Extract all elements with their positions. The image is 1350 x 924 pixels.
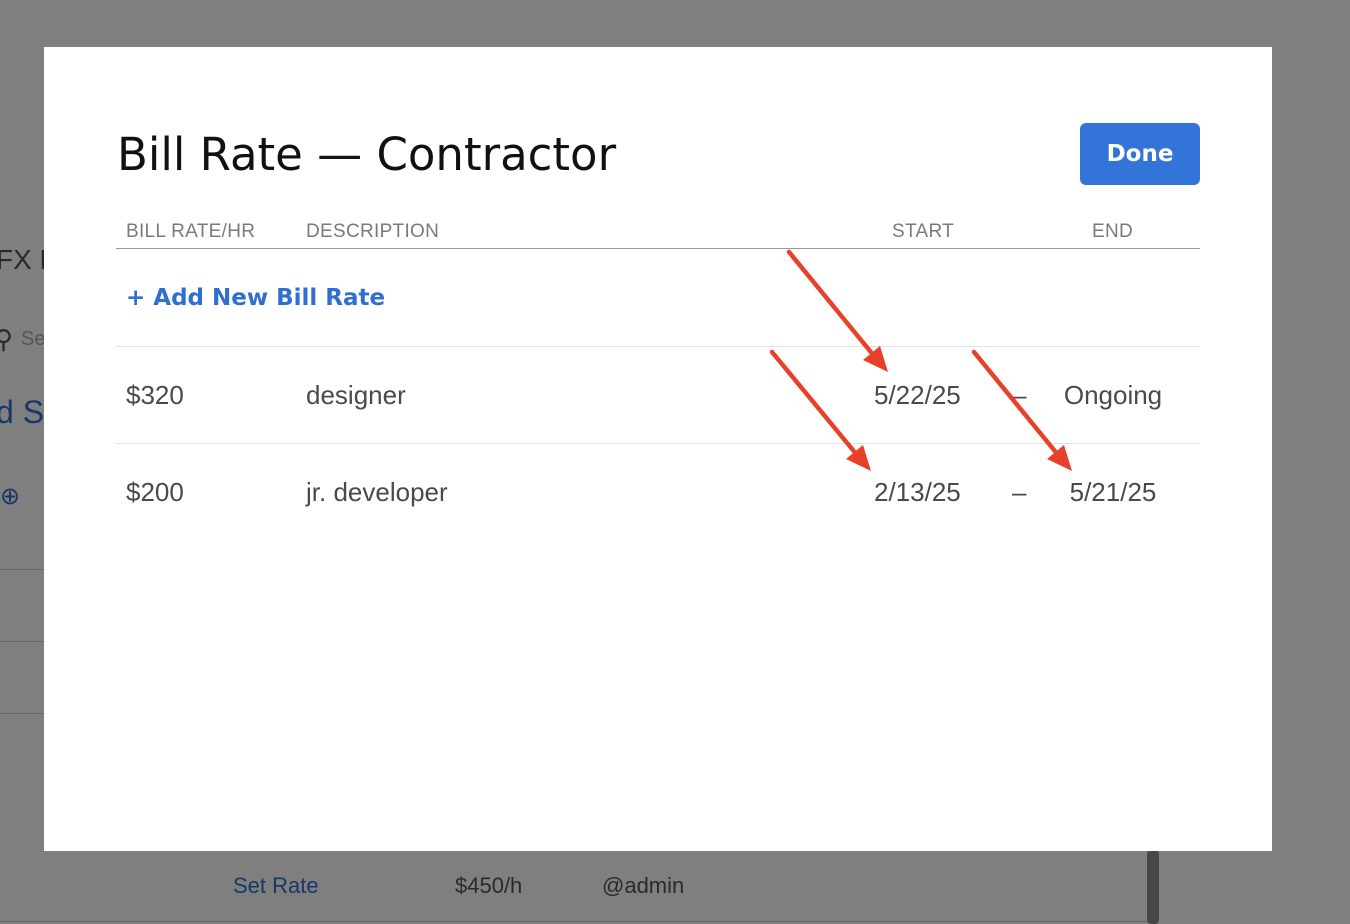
column-header-rate: BILL RATE/HR [126,221,256,242]
column-header-end: END [1092,221,1134,242]
start-date-cell: 2/13/25 [874,477,961,507]
column-header-start: START [892,221,955,242]
bill-rate-cell: $320 [126,380,184,410]
start-date-cell: 5/22/25 [874,380,961,410]
description-cell: jr. developer [306,477,448,507]
description-cell: designer [306,380,406,410]
end-date-cell: Ongoing [1063,380,1163,410]
bill-rate-cell: $200 [126,477,184,507]
bill-rate-table: BILL RATE/HR DESCRIPTION START END + Add… [116,215,1200,540]
modal-title: Bill Rate — Contractor [117,128,617,181]
table-row[interactable]: $200 jr. developer 2/13/25 – 5/21/25 [116,444,1200,540]
column-header-description: DESCRIPTION [306,221,440,242]
end-date-cell: 5/21/25 [1069,477,1157,507]
date-range-separator: – [1012,380,1027,410]
date-range-separator: – [1012,477,1027,507]
page: FX F ⚲ Se d St ⊕ Set Rate $450/h @admin … [0,0,1350,924]
bill-rate-modal: Bill Rate — Contractor Done BILL RATE/HR… [44,47,1272,851]
add-new-bill-rate-link[interactable]: + Add New Bill Rate [126,285,385,311]
table-header: BILL RATE/HR DESCRIPTION START END [116,215,1200,249]
table-row[interactable]: $320 designer 5/22/25 – Ongoing [116,347,1200,444]
done-button[interactable]: Done [1080,123,1200,185]
add-row: + Add New Bill Rate [116,249,1200,347]
